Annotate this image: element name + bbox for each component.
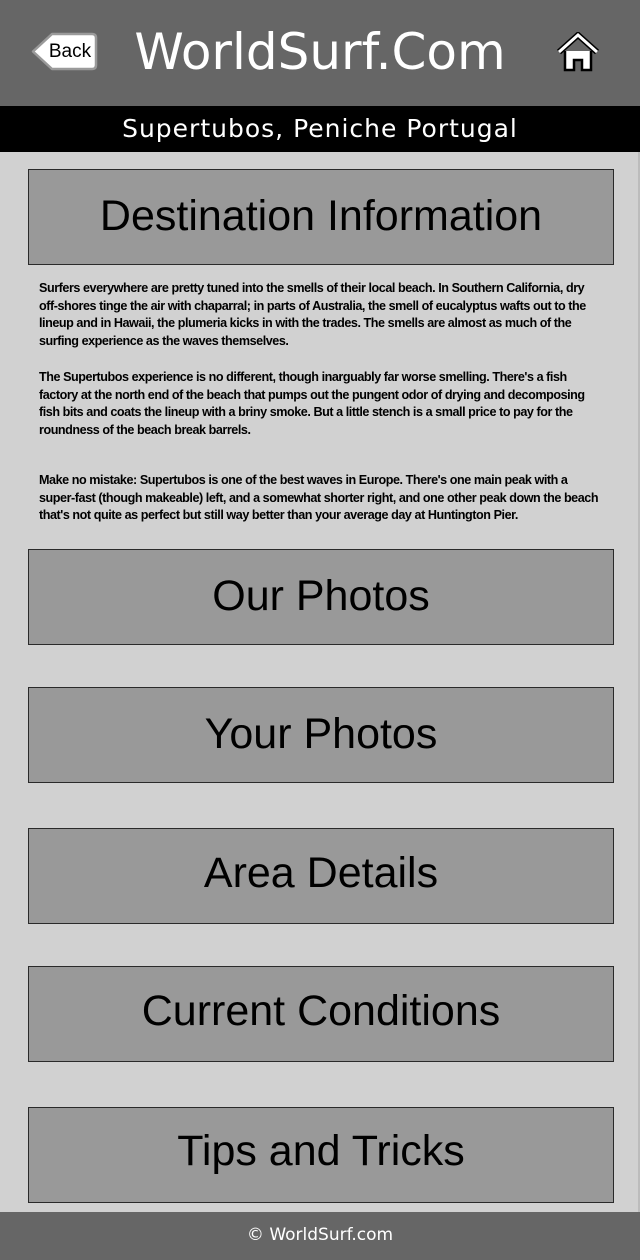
app-title: WorldSurf.Com xyxy=(134,23,506,81)
your-photos-button[interactable]: Your Photos xyxy=(28,687,614,783)
tips-and-tricks-button[interactable]: Tips and Tricks xyxy=(28,1107,614,1203)
destination-paragraph-2: The Supertubos experience is no differen… xyxy=(39,370,585,437)
our-photos-button[interactable]: Our Photos xyxy=(28,549,614,645)
copyright-text: © WorldSurf.com xyxy=(246,1225,394,1245)
back-button-label: Back xyxy=(48,41,92,62)
footer: © WorldSurf.com xyxy=(0,1212,640,1260)
current-conditions-button[interactable]: Current Conditions xyxy=(28,966,614,1062)
destination-paragraph-3: Make no mistake: Supertubos is one of th… xyxy=(39,473,599,522)
home-icon xyxy=(556,30,600,72)
location-title: Supertubos, Peniche Portugal xyxy=(122,114,518,143)
back-button[interactable]: Back xyxy=(30,31,98,72)
area-details-button[interactable]: Area Details xyxy=(28,828,614,924)
destination-information-button[interactable]: Destination Information xyxy=(28,169,614,265)
location-bar: Supertubos, Peniche Portugal xyxy=(0,106,640,152)
app-header: Back WorldSurf.Com xyxy=(0,0,640,106)
home-button[interactable] xyxy=(556,30,600,74)
destination-paragraph-1: Surfers everywhere are pretty tuned into… xyxy=(39,281,586,348)
